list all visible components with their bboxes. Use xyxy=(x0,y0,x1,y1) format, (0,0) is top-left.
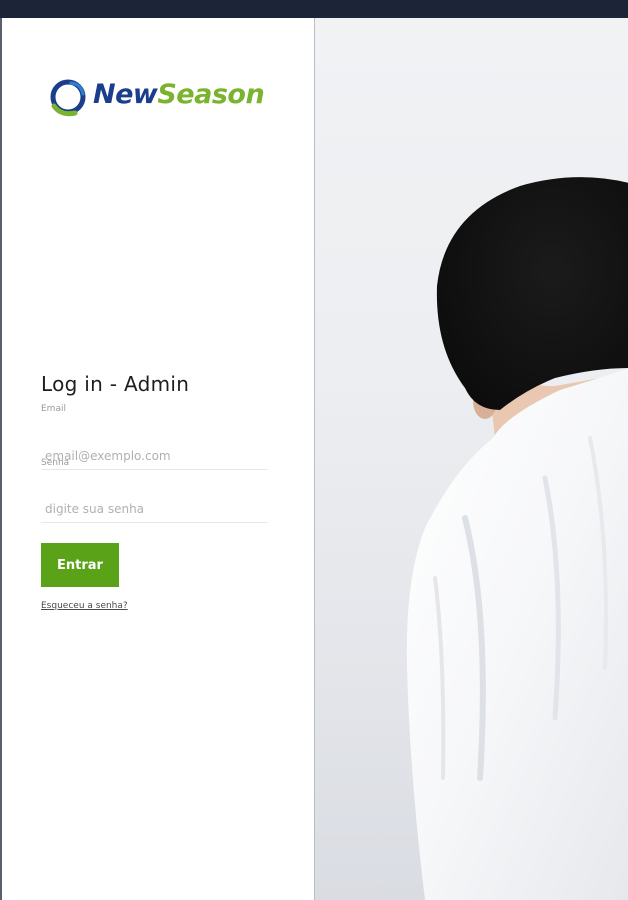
login-page: NewSeason Log in - Admin Email Senha Ent… xyxy=(0,18,628,900)
logo-ring-icon xyxy=(50,79,86,117)
password-field[interactable] xyxy=(41,495,268,523)
hero-image xyxy=(314,18,628,900)
brand-name-season: Season xyxy=(157,79,265,110)
brand-logo: NewSeason xyxy=(47,76,287,120)
person-photo xyxy=(406,177,628,900)
email-label: Email xyxy=(41,404,66,414)
forgot-password-link[interactable]: Esqueceu a senha? xyxy=(41,601,128,611)
email-field[interactable] xyxy=(41,442,268,470)
password-label: Senha xyxy=(41,458,70,468)
brand-wordmark: NewSeason xyxy=(93,79,265,110)
brand-name-new: New xyxy=(93,79,158,110)
window-top-bar xyxy=(0,0,628,18)
page-title: Log in - Admin xyxy=(41,372,190,396)
login-panel: NewSeason Log in - Admin Email Senha Ent… xyxy=(2,18,314,900)
login-button[interactable]: Entrar xyxy=(41,543,119,587)
